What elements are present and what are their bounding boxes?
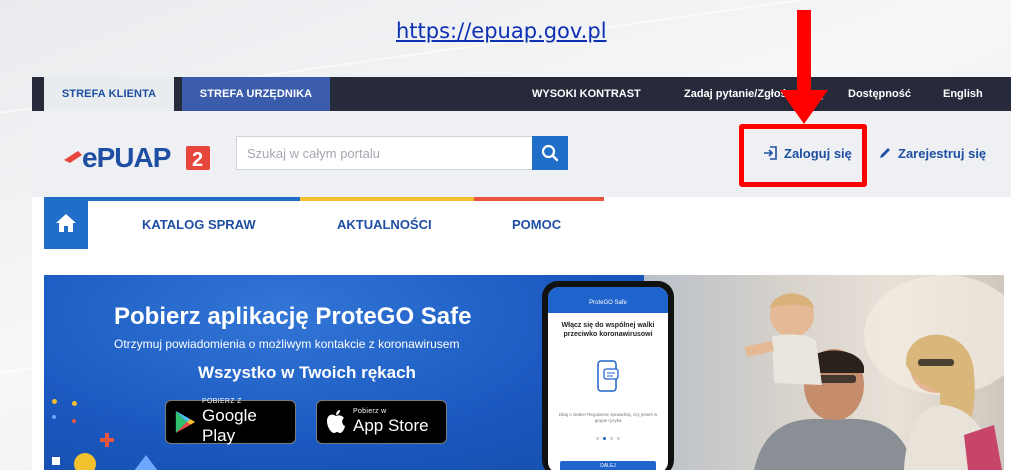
english-link[interactable]: English — [943, 77, 983, 111]
app-store-big: App Store — [353, 416, 429, 435]
search-icon — [541, 144, 559, 162]
apple-icon — [327, 410, 345, 433]
plus-decoration — [100, 433, 114, 447]
app-store-small: Pobierz w — [353, 408, 387, 415]
google-play-badge[interactable]: POBIERZ Z Google Play — [165, 398, 296, 445]
red-arrow-shaft — [797, 10, 811, 92]
home-button[interactable] — [44, 197, 88, 249]
nav-item-katalog-spraw[interactable]: KATALOG SPRAW — [142, 201, 256, 249]
google-play-small: POBIERZ Z — [202, 398, 242, 405]
tab-strefa-klienta[interactable]: STREFA KLIENTA — [44, 77, 174, 111]
decor-dot — [72, 419, 76, 423]
family-photo — [644, 275, 1004, 470]
phone-next-button: DALEJ — [560, 461, 656, 470]
pencil-icon — [880, 148, 890, 158]
nav-item-aktualnosci[interactable]: AKTUALNOŚCI — [337, 201, 432, 249]
phone-pager-dots — [596, 437, 620, 440]
decor-dot — [52, 415, 56, 419]
app-store-badge[interactable]: Pobierz w App Store — [316, 400, 447, 444]
phone-heading: Włącz się do wspólnej walki przeciwko ko… — [561, 322, 655, 338]
url-caption-link[interactable]: https://epuap.gov.pl — [396, 19, 607, 43]
top-bar: STREFA KLIENTA STREFA URZĘDNIKA WYSOKI K… — [32, 77, 1011, 111]
decor-square — [52, 457, 60, 465]
banner-slogan: Wszystko w Twoich rękach — [198, 363, 416, 382]
register-link[interactable]: Zarejestruj się — [878, 141, 986, 165]
svg-text:ePUAP: ePUAP — [82, 142, 171, 173]
google-play-icon — [175, 410, 196, 434]
nav-item-pomoc[interactable]: POMOC — [512, 201, 561, 249]
protego-banner[interactable]: Pobierz aplikację ProteGO Safe Otrzymuj … — [44, 275, 1004, 470]
register-label: Zarejestruj się — [898, 145, 987, 161]
decor-dot — [52, 399, 57, 404]
search-button[interactable] — [532, 136, 568, 170]
phone-app-bar: ProteGO Safe — [548, 287, 668, 313]
high-contrast-link[interactable]: WYSOKI KONTRAST — [532, 77, 641, 111]
decor-dot — [72, 401, 77, 406]
login-highlight-box — [739, 124, 867, 187]
accessibility-link[interactable]: Dostępność — [848, 77, 911, 111]
phone-small-text: Dbaj o siebie! Regularnie sprawdzaj, czy… — [558, 412, 658, 423]
home-icon — [56, 214, 76, 232]
red-arrow-head — [780, 90, 828, 124]
triangle-decoration — [134, 455, 158, 470]
svg-text:2: 2 — [192, 149, 203, 171]
banner-subtitle: Otrzymuj powiadomienia o możliwym kontak… — [114, 337, 460, 351]
tab-strefa-urzednika[interactable]: STREFA URZĘDNIKA — [182, 77, 330, 111]
main-nav: KATALOG SPRAW AKTUALNOŚCI POMOC — [32, 197, 1011, 249]
phone-app-title: ProteGO Safe — [589, 300, 627, 306]
yellow-circle-decoration — [74, 453, 96, 470]
phone-screen: ProteGO Safe Włącz się do wspólnej walki… — [548, 287, 668, 470]
search-input[interactable] — [236, 136, 534, 170]
family-photo-illustration — [744, 275, 1004, 470]
epuap-logo[interactable]: ePUAP 2 — [62, 138, 222, 174]
google-play-big: Google Play — [202, 406, 257, 445]
phone-mockup: ProteGO Safe Włącz się do wspólnej walki… — [542, 281, 674, 470]
phone-illustration-icon — [597, 360, 619, 392]
banner-title: Pobierz aplikację ProteGO Safe — [114, 303, 472, 330]
